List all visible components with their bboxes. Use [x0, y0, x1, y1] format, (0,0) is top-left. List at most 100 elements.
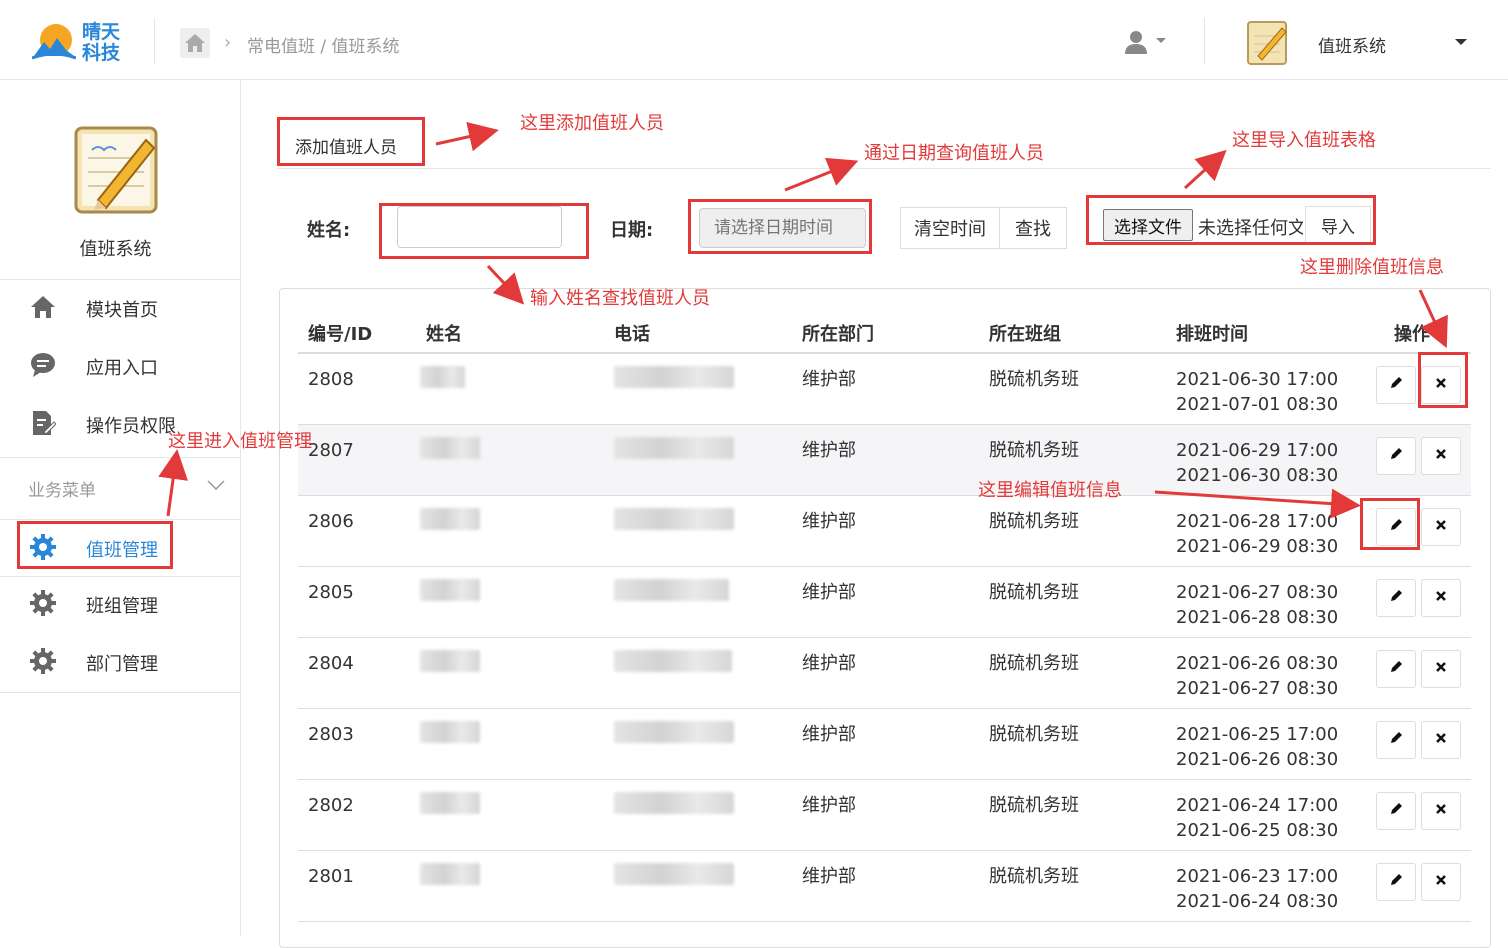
- column-header-actions: 操作: [1394, 324, 1430, 345]
- cell-phone-redacted: [614, 579, 729, 601]
- delete-button[interactable]: [1421, 508, 1461, 546]
- sidebar-item-app-entry[interactable]: 应用入口: [0, 340, 240, 390]
- pencil-icon: [1391, 590, 1402, 601]
- name-search-input[interactable]: [397, 206, 562, 248]
- schedule-end: 2021-06-26 08:30: [1176, 749, 1339, 770]
- cell-name-redacted: [420, 579, 480, 601]
- cell-phone-redacted: [614, 437, 734, 459]
- breadcrumb: 常电值班 / 值班系统: [247, 37, 400, 57]
- edit-button[interactable]: [1376, 579, 1416, 617]
- notepad-logo-icon: [74, 126, 158, 214]
- pencil-icon: [1391, 661, 1402, 672]
- app-menu-caret-icon[interactable]: [1455, 38, 1467, 46]
- cell-schedule: 2021-06-26 08:30 2021-06-27 08:30: [1176, 651, 1338, 701]
- breadcrumb-home-button[interactable]: [180, 28, 210, 58]
- column-header-department: 所在部门: [802, 324, 874, 345]
- date-picker-input[interactable]: [699, 208, 866, 248]
- user-icon[interactable]: [1124, 30, 1148, 54]
- sidebar-item-label: 操作员权限: [86, 416, 176, 437]
- cell-name-redacted: [420, 366, 465, 388]
- date-label: 日期:: [610, 220, 654, 241]
- sun-mountain-logo-icon: [32, 24, 76, 60]
- add-duty-person-button[interactable]: 添加值班人员: [279, 130, 413, 166]
- chevron-down-icon[interactable]: [207, 480, 225, 490]
- sidebar-item-team-management[interactable]: 班组管理: [0, 578, 240, 628]
- cell-name-redacted: [420, 437, 480, 459]
- cell-department: 维护部: [802, 369, 856, 390]
- cell-department: 维护部: [802, 653, 856, 674]
- annotation-date: 通过日期查询值班人员: [864, 143, 1044, 164]
- schedule-start: 2021-06-25 17:00: [1176, 724, 1339, 745]
- schedule-start: 2021-06-30 17:00: [1176, 369, 1339, 390]
- delete-button[interactable]: [1421, 792, 1461, 830]
- cell-team: 脱硫机务班: [989, 582, 1079, 603]
- edit-button[interactable]: [1376, 437, 1416, 475]
- cell-schedule: 2021-06-27 08:30 2021-06-28 08:30: [1176, 580, 1338, 630]
- cell-id: 2808: [308, 369, 354, 390]
- annotation-add: 这里添加值班人员: [520, 113, 664, 134]
- cell-id: 2807: [308, 440, 354, 461]
- close-icon: [1436, 520, 1446, 530]
- cell-schedule: 2021-06-29 17:00 2021-06-30 08:30: [1176, 438, 1338, 488]
- sidebar-title: 值班系统: [79, 239, 152, 260]
- divider: [0, 576, 240, 577]
- divider: [1204, 18, 1205, 64]
- schedule-end: 2021-06-30 08:30: [1176, 465, 1339, 486]
- cell-id: 2804: [308, 653, 354, 674]
- edit-button[interactable]: [1376, 792, 1416, 830]
- cell-name-redacted: [420, 863, 480, 885]
- column-header-name: 姓名: [426, 324, 462, 345]
- schedule-start: 2021-06-24 17:00: [1176, 795, 1339, 816]
- cell-name-redacted: [420, 508, 480, 530]
- sidebar-item-home[interactable]: 模块首页: [0, 282, 240, 332]
- cell-team: 脱硫机务班: [989, 653, 1079, 674]
- column-header-id: 编号/ID: [308, 324, 373, 345]
- delete-button[interactable]: [1421, 650, 1461, 688]
- cell-id: 2805: [308, 582, 354, 603]
- delete-button[interactable]: [1421, 437, 1461, 475]
- annotation-delete: 这里删除值班信息: [1300, 257, 1444, 278]
- import-button[interactable]: 导入: [1305, 206, 1371, 244]
- annotation-edit: 这里编辑值班信息: [978, 480, 1122, 501]
- sidebar-item-label: 班组管理: [86, 596, 158, 617]
- search-button[interactable]: 查找: [999, 207, 1067, 249]
- sidebar-item-department-management[interactable]: 部门管理: [0, 636, 240, 686]
- edit-button[interactable]: [1376, 863, 1416, 901]
- annotation-nav: 这里进入值班管理: [168, 431, 312, 452]
- schedule-start: 2021-06-28 17:00: [1176, 511, 1339, 532]
- close-icon: [1436, 733, 1446, 743]
- edit-button[interactable]: [1376, 366, 1416, 404]
- delete-button[interactable]: [1421, 366, 1461, 404]
- schedule-end: 2021-07-01 08:30: [1176, 394, 1339, 415]
- clear-time-button[interactable]: 清空时间: [900, 207, 1000, 249]
- choose-file-button[interactable]: 选择文件: [1103, 209, 1193, 241]
- divider: [277, 168, 1491, 169]
- edit-button[interactable]: [1376, 650, 1416, 688]
- cell-id: 2801: [308, 866, 354, 887]
- schedule-start: 2021-06-26 08:30: [1176, 653, 1339, 674]
- breadcrumb-separator-icon: ›: [224, 32, 232, 53]
- cell-department: 维护部: [802, 724, 856, 745]
- cell-id: 2802: [308, 795, 354, 816]
- app-title[interactable]: 值班系统: [1318, 32, 1386, 57]
- user-menu-caret-icon[interactable]: [1156, 36, 1166, 44]
- cell-schedule: 2021-06-23 17:00 2021-06-24 08:30: [1176, 864, 1338, 914]
- delete-button[interactable]: [1421, 721, 1461, 759]
- schedule-end: 2021-06-25 08:30: [1176, 820, 1339, 841]
- edit-button[interactable]: [1376, 721, 1416, 759]
- annotation-name: 输入姓名查找值班人员: [530, 288, 710, 309]
- cell-name-redacted: [420, 792, 480, 814]
- cell-department: 维护部: [802, 582, 856, 603]
- brand-name: 晴天 科技: [82, 22, 120, 64]
- delete-button[interactable]: [1421, 863, 1461, 901]
- cell-id: 2803: [308, 724, 354, 745]
- edit-button[interactable]: [1376, 508, 1416, 546]
- sidebar-item-label: 值班管理: [86, 540, 158, 561]
- sidebar-item-duty-management[interactable]: 值班管理: [0, 522, 240, 572]
- close-icon: [1436, 591, 1446, 601]
- delete-button[interactable]: [1421, 579, 1461, 617]
- sidebar-group-header[interactable]: 业务菜单: [28, 476, 96, 501]
- schedule-end: 2021-06-28 08:30: [1176, 607, 1339, 628]
- cell-team: 脱硫机务班: [989, 440, 1079, 461]
- annotation-import: 这里导入值班表格: [1232, 130, 1376, 151]
